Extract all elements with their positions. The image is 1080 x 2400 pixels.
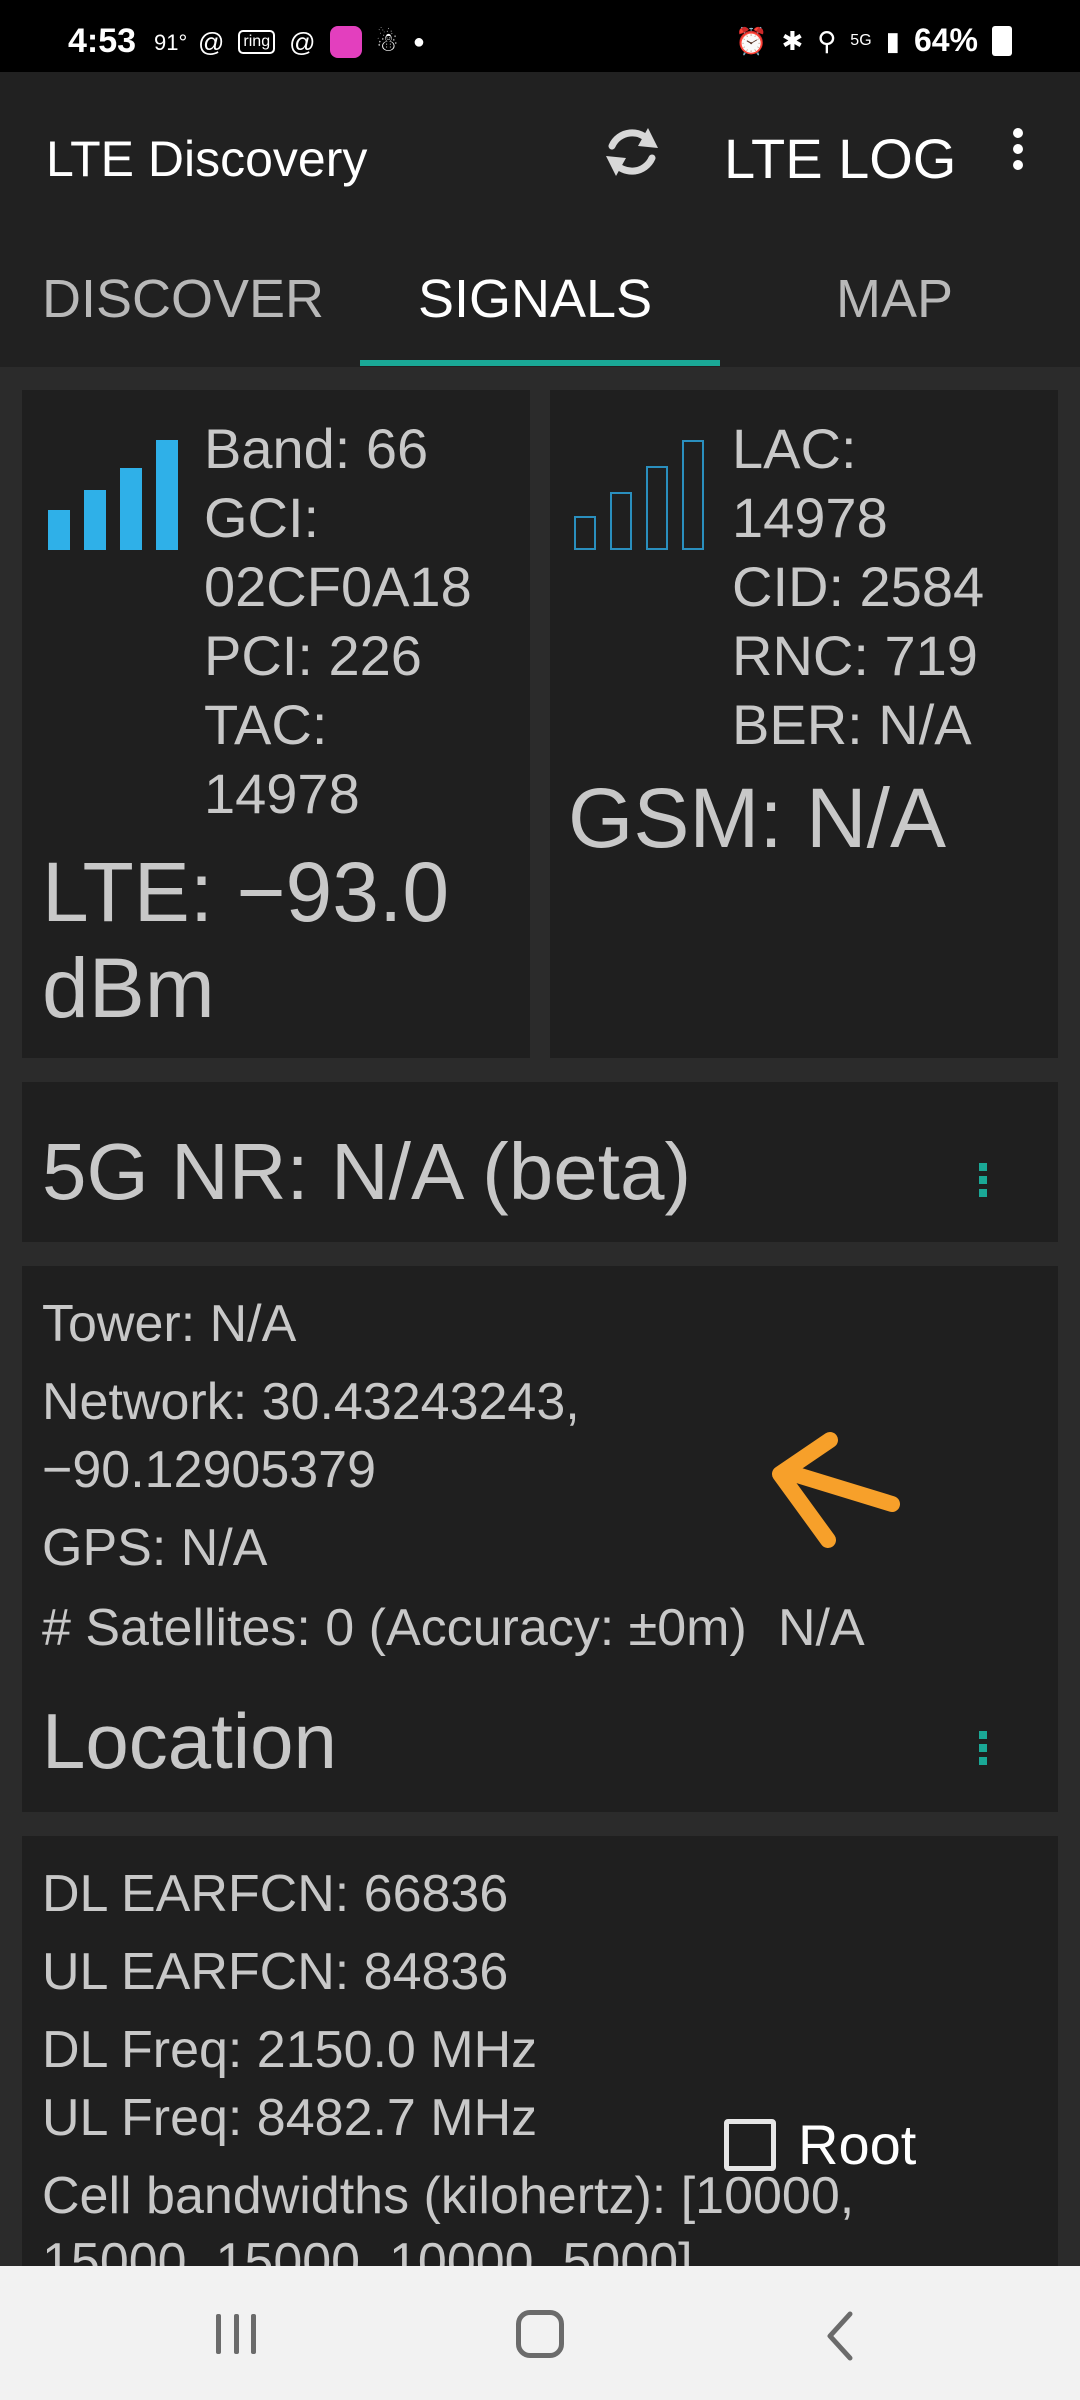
- app-bar: LTE Discovery LTE LOG: [0, 72, 1080, 232]
- 5g-signal-icon: 5G: [850, 31, 872, 49]
- root-label: Root: [798, 2113, 917, 2176]
- threads-icon: @: [289, 27, 316, 57]
- lte-band: Band: 66: [204, 417, 429, 480]
- location-more-icon[interactable]: [979, 1726, 989, 1770]
- gsm-signal-bars-icon: [574, 430, 714, 550]
- gsm-lac-value: 14978: [732, 486, 888, 549]
- location-icon: ⚲: [817, 25, 837, 56]
- ring-icon: ring: [238, 30, 276, 54]
- battery-percent: 64%: [913, 22, 978, 58]
- shopping-app-icon: [329, 26, 362, 58]
- status-bar: 4:53 91° @ ring @ ☃ ● ⏰ ✱ ⚲ 5G ▮ 64%: [0, 0, 1080, 72]
- status-time: 4:53: [68, 22, 137, 60]
- gsm-lac-label: LAC:: [732, 417, 857, 480]
- active-tab-indicator: [360, 360, 720, 366]
- network-location-line2: −90.12905379: [42, 1441, 377, 1499]
- tab-signals[interactable]: SIGNALS: [418, 268, 652, 330]
- ul-freq: UL Freq: 8482.7 MHz: [42, 2089, 538, 2147]
- gsm-cid: CID: 2584: [732, 555, 985, 618]
- lte-log-button[interactable]: LTE LOG: [724, 126, 956, 191]
- battery-icon: [992, 25, 1012, 56]
- dot-icon: ●: [412, 31, 425, 53]
- home-icon[interactable]: [516, 2310, 564, 2358]
- gps-info: GPS: N/A: [42, 1519, 268, 1577]
- lte-signal-value: LTE: −93.0: [42, 845, 450, 939]
- nr-more-icon[interactable]: [979, 1158, 989, 1202]
- tab-map[interactable]: MAP: [836, 268, 953, 330]
- cell-signal-icon: ▮: [885, 25, 900, 56]
- refresh-icon[interactable]: [600, 112, 664, 192]
- status-icons-right: ⏰ ✱ ⚲ 5G ▮ 64%: [735, 22, 1012, 59]
- status-icons-left: @ ring @ ☃ ●: [198, 26, 425, 58]
- network-location-line1: Network: 30.43243243,: [42, 1373, 580, 1431]
- location-title: Location: [42, 1697, 337, 1785]
- gsm-rnc: RNC: 719: [732, 624, 978, 687]
- back-icon[interactable]: [820, 2308, 860, 2364]
- overflow-menu-icon[interactable]: [1000, 122, 1036, 182]
- gsm-ber: BER: N/A: [732, 693, 972, 756]
- ul-earfcn: UL EARFCN: 84836: [42, 1943, 509, 2001]
- status-temperature: 91°: [154, 30, 188, 55]
- lte-signal-unit: dBm: [42, 941, 215, 1035]
- recents-icon[interactable]: [216, 2314, 256, 2354]
- threads-icon: @: [198, 27, 225, 57]
- lte-signal-card: Band: 66 GCI: 02CF0A18 PCI: 226 TAC: 149…: [22, 390, 530, 1058]
- root-checkbox[interactable]: Root: [724, 2112, 916, 2177]
- nr-card: 5G NR: N/A (beta): [22, 1082, 1058, 1242]
- lte-pci: PCI: 226: [204, 624, 422, 687]
- checkbox-icon[interactable]: [724, 2118, 776, 2171]
- satellites-info: # Satellites: 0 (Accuracy: ±0m): [42, 1599, 747, 1657]
- tower-info: Tower: N/A: [42, 1295, 297, 1353]
- alarm-icon: ⏰: [735, 25, 768, 56]
- app-title: LTE Discovery: [46, 131, 368, 187]
- hamster-icon: ☃: [375, 27, 399, 57]
- dl-earfcn: DL EARFCN: 66836: [42, 1865, 509, 1923]
- lte-signal-bars-icon: [48, 430, 188, 550]
- lte-tac-label: TAC:: [204, 693, 328, 756]
- lte-tac-value: 14978: [204, 762, 360, 825]
- dl-freq: DL Freq: 2150.0 MHz: [42, 2021, 538, 2079]
- nr-title: 5G NR: N/A (beta): [42, 1127, 692, 1216]
- annotation-arrow-icon: [772, 1432, 900, 1548]
- frequency-card: DL EARFCN: 66836 UL EARFCN: 84836 DL Fre…: [22, 1836, 1058, 2291]
- lte-signal-strength: LTE: −93.0 dBm: [42, 844, 449, 1036]
- lte-gci-value: 02CF0A18: [204, 555, 472, 618]
- lte-cell-info: Band: 66 GCI: 02CF0A18 PCI: 226 TAC: 149…: [204, 414, 472, 828]
- lte-gci-label: GCI:: [204, 486, 320, 549]
- bluetooth-icon: ✱: [781, 25, 804, 56]
- tab-discover[interactable]: DISCOVER: [42, 268, 324, 330]
- gsm-cell-info: LAC: 14978 CID: 2584 RNC: 719 BER: N/A: [732, 414, 984, 759]
- tab-bar: DISCOVER SIGNALS MAP: [0, 232, 1080, 367]
- system-nav-bar: [0, 2266, 1080, 2400]
- gsm-signal-strength: GSM: N/A: [568, 771, 947, 865]
- satellites-overlap-text: N/A: [778, 1599, 865, 1657]
- gsm-signal-card: LAC: 14978 CID: 2584 RNC: 719 BER: N/A G…: [550, 390, 1058, 1058]
